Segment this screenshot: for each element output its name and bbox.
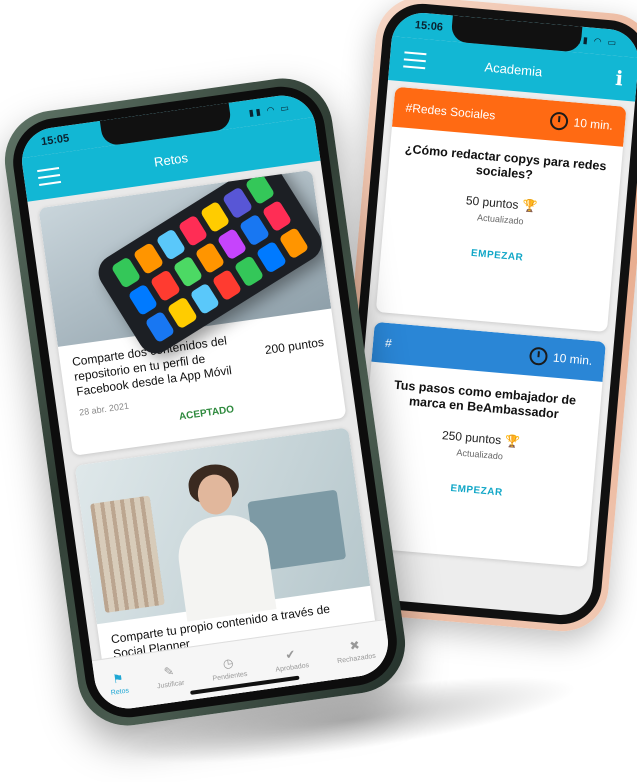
course-duration: 10 min. <box>548 111 614 134</box>
nav-label: Rechazados <box>336 652 377 666</box>
clock-icon <box>528 346 548 366</box>
status-time: 15:05 <box>40 132 70 149</box>
course-duration: 10 min. <box>528 346 593 369</box>
info-icon[interactable]: i <box>614 66 624 91</box>
start-button[interactable]: EMPEZAR <box>360 475 592 506</box>
nav-retos[interactable]: ⚑ Retos <box>108 671 129 697</box>
nav-label: Retos <box>110 687 130 697</box>
academy-title: Academia <box>483 58 543 79</box>
course-card[interactable]: #Redes Sociales 10 min. ¿Cómo redactar c… <box>375 86 627 333</box>
course-duration-label: 10 min. <box>573 115 614 133</box>
course-card[interactable]: # 10 min. Tus pasos como embajador de ma… <box>355 321 606 568</box>
pencil-icon: ✎ <box>163 664 175 680</box>
nav-justificar[interactable]: ✎ Justificar <box>154 663 186 691</box>
nav-label: Aprobados <box>275 662 310 674</box>
course-category: # <box>384 335 393 351</box>
clock-icon <box>548 111 569 131</box>
flag-icon: ⚑ <box>111 671 125 687</box>
trophy-icon: 🏆 <box>521 198 538 214</box>
clock-icon: ◷ <box>221 655 235 671</box>
front-phone-device: 15:05 ▮▮ ◠ ▭ Retos Comparte dos contenid… <box>0 72 412 732</box>
status-time: 15:06 <box>414 19 444 34</box>
nav-rechazados[interactable]: ✖ Rechazados <box>334 636 377 666</box>
course-points-label: 50 puntos <box>465 193 520 212</box>
nav-label: Pendientes <box>212 670 248 683</box>
x-icon: ✖ <box>348 637 361 654</box>
check-icon: ✔ <box>284 646 297 663</box>
menu-icon[interactable] <box>403 51 427 70</box>
course-duration-label: 10 min. <box>552 350 593 368</box>
course-points-label: 250 puntos <box>441 428 502 448</box>
challenge-points: 200 puntos <box>264 334 325 358</box>
signal-wifi-battery-icon: ▮▮ ◠ ▭ <box>248 101 292 118</box>
signal-wifi-battery-icon: ▮▮ ◠ ▭ <box>575 33 619 48</box>
challenge-card[interactable]: Comparte dos contenidos del repositorio … <box>38 169 347 456</box>
start-button[interactable]: EMPEZAR <box>381 240 613 271</box>
nav-label: Justificar <box>156 679 186 691</box>
challenges-title: Retos <box>153 149 189 170</box>
nav-pendientes[interactable]: ◷ Pendientes <box>210 654 248 683</box>
course-category: #Redes Sociales <box>405 100 496 123</box>
menu-icon[interactable] <box>37 167 62 186</box>
trophy-icon: 🏆 <box>504 433 521 449</box>
challenges-screen: 15:05 ▮▮ ◠ ▭ Retos Comparte dos contenid… <box>17 91 393 713</box>
nav-aprobados[interactable]: ✔ Aprobados <box>273 645 310 674</box>
